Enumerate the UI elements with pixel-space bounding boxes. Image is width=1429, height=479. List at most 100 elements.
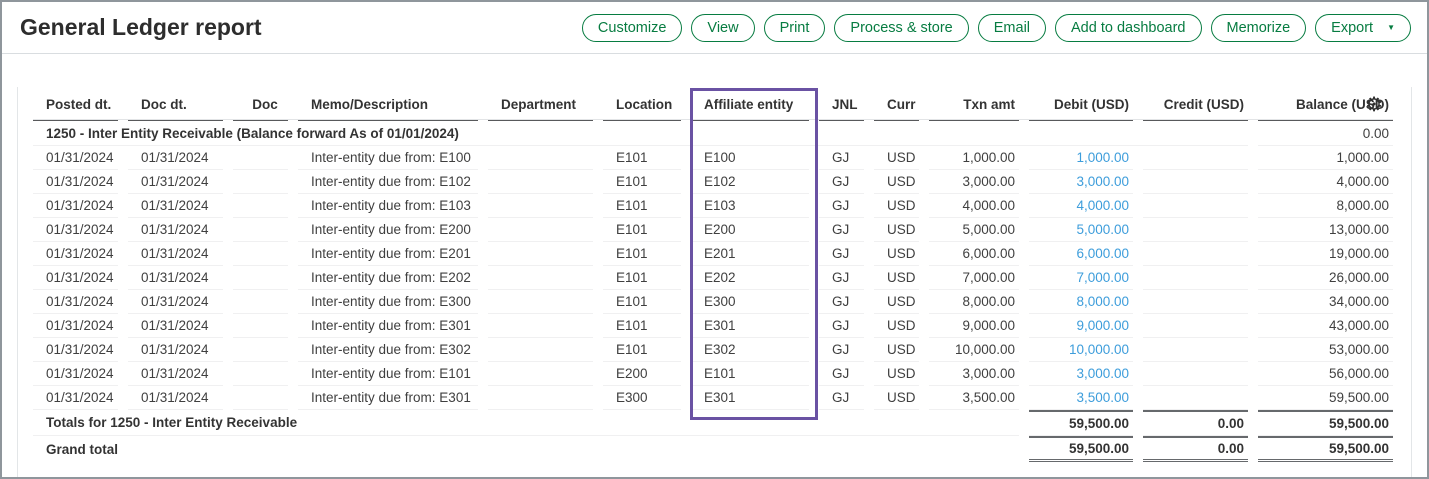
debit-amount-link[interactable]: 7,000.00 (1076, 270, 1129, 285)
table-row: 01/31/202401/31/2024Inter-entity due fro… (33, 218, 1393, 242)
col-jnl[interactable]: JNL (819, 87, 864, 121)
email-button[interactable]: Email (978, 14, 1046, 42)
col-curr[interactable]: Curr (874, 87, 919, 121)
table-row: 01/31/202401/31/2024Inter-entity due fro… (33, 170, 1393, 194)
cell-memo: Inter-entity due from: E301 (298, 386, 478, 410)
col-memo-description[interactable]: Memo/Description (298, 87, 478, 121)
cell-debit: 10,000.00 (1029, 338, 1133, 362)
debit-amount-link[interactable]: 8,000.00 (1076, 294, 1129, 309)
view-button[interactable]: View (691, 14, 754, 42)
cell-credit (1143, 218, 1248, 242)
customize-button[interactable]: Customize (582, 14, 683, 42)
cell-affiliate-entity: E202 (691, 266, 809, 290)
cell-balance: 0.00 (1258, 121, 1393, 146)
col-doc-dt[interactable]: Doc dt. (128, 87, 223, 121)
col-location[interactable]: Location (603, 87, 681, 121)
cell-memo: Inter-entity due from: E300 (298, 290, 478, 314)
cell-location: E101 (603, 290, 681, 314)
debit-amount-link[interactable]: 9,000.00 (1076, 318, 1129, 333)
cell-department (488, 338, 593, 362)
table-header-row: Posted dt. Doc dt. Doc Memo/Description … (33, 87, 1393, 121)
memorize-button[interactable]: Memorize (1211, 14, 1307, 42)
cell-doc (233, 266, 288, 290)
cell-credit (1143, 170, 1248, 194)
cell-curr: USD (874, 266, 919, 290)
debit-amount-link[interactable]: 6,000.00 (1076, 246, 1129, 261)
cell-jnl: GJ (819, 386, 864, 410)
cell-affiliate-entity: E100 (691, 146, 809, 170)
export-button[interactable]: Export ▼ (1315, 14, 1411, 42)
cell-curr: USD (874, 170, 919, 194)
process-and-store-button[interactable]: Process & store (834, 14, 968, 42)
grand-total-row: Grand total59,500.000.0059,500.00 (33, 436, 1393, 462)
debit-amount-link[interactable]: 3,000.00 (1076, 366, 1129, 381)
cell-balance: 26,000.00 (1258, 266, 1393, 290)
cell-balance: 13,000.00 (1258, 218, 1393, 242)
debit-amount-link[interactable]: 3,500.00 (1076, 390, 1129, 405)
cell-location: E101 (603, 266, 681, 290)
debit-amount-link[interactable]: 3,000.00 (1076, 174, 1129, 189)
cell-curr: USD (874, 386, 919, 410)
cell-department (488, 386, 593, 410)
cell-posted-dt: 01/31/2024 (33, 266, 118, 290)
add-to-dashboard-button[interactable]: Add to dashboard (1055, 14, 1201, 42)
cell-doc (233, 362, 288, 386)
cell-doc-dt: 01/31/2024 (128, 194, 223, 218)
col-credit-usd[interactable]: Credit (USD) (1143, 87, 1248, 121)
debit-amount-link[interactable]: 10,000.00 (1069, 342, 1129, 357)
col-department[interactable]: Department (488, 87, 593, 121)
cell-department (488, 290, 593, 314)
debit-amount-link[interactable]: 1,000.00 (1076, 150, 1129, 165)
general-ledger-table: Posted dt. Doc dt. Doc Memo/Description … (23, 87, 1403, 462)
col-posted-dt[interactable]: Posted dt. (33, 87, 118, 121)
cell-posted-dt: 01/31/2024 (33, 242, 118, 266)
cell-doc-dt: 01/31/2024 (128, 386, 223, 410)
cell-curr: USD (874, 362, 919, 386)
account-balance-forward-label: 1250 - Inter Entity Receivable (Balance … (33, 121, 1248, 146)
cell-credit (1143, 290, 1248, 314)
cell-memo: Inter-entity due from: E103 (298, 194, 478, 218)
cell-debit: 3,000.00 (1029, 362, 1133, 386)
export-button-label: Export (1331, 18, 1373, 38)
cell-curr: USD (874, 146, 919, 170)
cell-location: E101 (603, 194, 681, 218)
cell-department (488, 194, 593, 218)
settings-gear-icon[interactable]: ⚙ (1365, 93, 1383, 115)
table-top-divider (33, 119, 1393, 120)
cell-total-balance: 59,500.00 (1258, 410, 1393, 436)
debit-amount-link[interactable]: 4,000.00 (1076, 198, 1129, 213)
cell-location: E101 (603, 314, 681, 338)
chevron-down-icon: ▼ (1387, 18, 1395, 38)
cell-credit (1143, 146, 1248, 170)
cell-doc-dt: 01/31/2024 (128, 218, 223, 242)
cell-posted-dt: 01/31/2024 (33, 170, 118, 194)
cell-doc (233, 218, 288, 242)
cell-doc (233, 242, 288, 266)
cell-total-credit: 0.00 (1143, 436, 1248, 462)
cell-department (488, 314, 593, 338)
cell-credit (1143, 362, 1248, 386)
table-row: 01/31/202401/31/2024Inter-entity due fro… (33, 338, 1393, 362)
cell-txn-amt: 1,000.00 (929, 146, 1019, 170)
col-affiliate-entity[interactable]: Affiliate entity (691, 87, 809, 121)
cell-doc-dt: 01/31/2024 (128, 314, 223, 338)
cell-memo: Inter-entity due from: E101 (298, 362, 478, 386)
account-balance-forward-row: 1250 - Inter Entity Receivable (Balance … (33, 121, 1393, 146)
col-txn-amt[interactable]: Txn amt (929, 87, 1019, 121)
cell-department (488, 218, 593, 242)
cell-memo: Inter-entity due from: E201 (298, 242, 478, 266)
cell-debit: 5,000.00 (1029, 218, 1133, 242)
debit-amount-link[interactable]: 5,000.00 (1076, 222, 1129, 237)
cell-total-debit: 59,500.00 (1029, 436, 1133, 462)
cell-jnl: GJ (819, 218, 864, 242)
cell-balance: 4,000.00 (1258, 170, 1393, 194)
print-button[interactable]: Print (764, 14, 826, 42)
cell-credit (1143, 338, 1248, 362)
cell-credit (1143, 386, 1248, 410)
col-debit-usd[interactable]: Debit (USD) (1029, 87, 1133, 121)
cell-doc-dt: 01/31/2024 (128, 170, 223, 194)
col-doc[interactable]: Doc (233, 87, 288, 121)
cell-affiliate-entity: E102 (691, 170, 809, 194)
table-row: 01/31/202401/31/2024Inter-entity due fro… (33, 362, 1393, 386)
cell-doc-dt: 01/31/2024 (128, 266, 223, 290)
